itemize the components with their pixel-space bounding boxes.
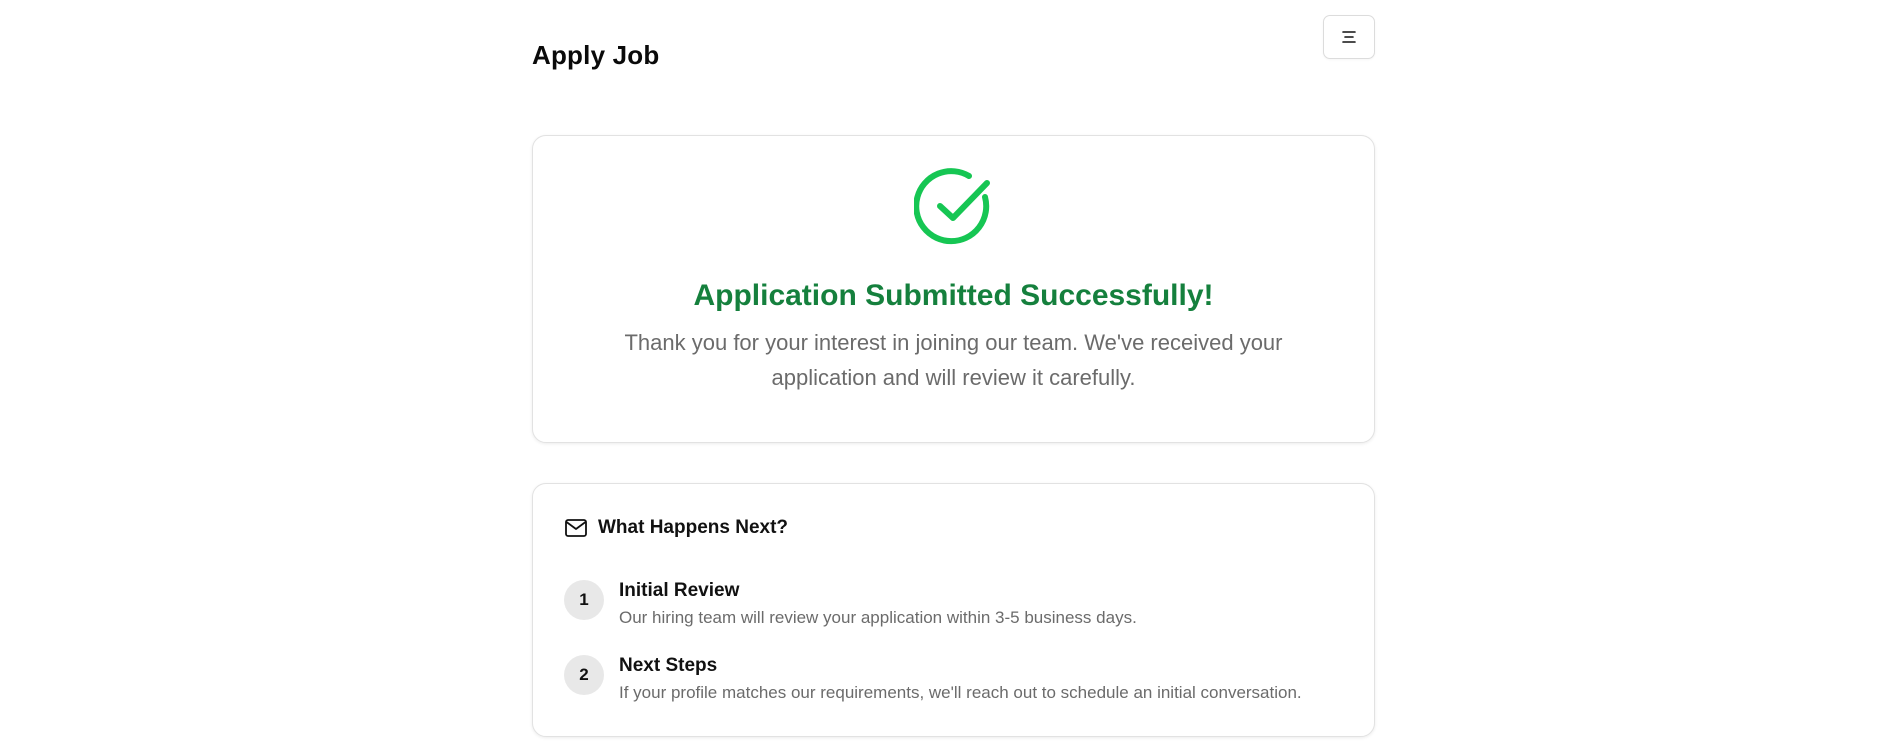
success-message: Thank you for your interest in joining o… — [624, 330, 1283, 390]
success-title: Application Submitted Successfully! — [693, 279, 1214, 312]
step-item: 1 Initial Review Our hiring team will re… — [564, 579, 1354, 630]
mail-icon — [565, 519, 587, 537]
success-card: Application Submitted Successfully! Than… — [532, 135, 1375, 443]
next-steps-title: What Happens Next? — [598, 517, 789, 538]
next-steps-card: What Happens Next? 1 Initial Review Our … — [532, 483, 1375, 737]
step-number-badge: 2 — [564, 655, 604, 695]
main-container: Apply Job Application Submitted Successf… — [532, 0, 1375, 737]
menu-button[interactable] — [1323, 15, 1375, 59]
step-number-badge: 1 — [564, 580, 604, 620]
step-item: 2 Next Steps If your profile matches our… — [564, 654, 1354, 705]
page: Apply Job Application Submitted Successf… — [0, 0, 1896, 756]
page-title: Apply Job — [532, 40, 660, 70]
step-description: Our hiring team will review your applica… — [619, 608, 1137, 627]
step-title: Initial Review — [619, 580, 740, 601]
menu-icon — [1342, 31, 1356, 43]
header: Apply Job — [532, 0, 1375, 112]
step-description: If your profile matches our requirements… — [619, 683, 1302, 702]
check-circle-icon — [913, 168, 990, 245]
step-text: Initial Review Our hiring team will revi… — [619, 579, 1137, 630]
step-text: Next Steps If your profile matches our r… — [619, 654, 1302, 705]
next-steps-header: What Happens Next? — [564, 516, 788, 540]
step-title: Next Steps — [619, 655, 718, 676]
